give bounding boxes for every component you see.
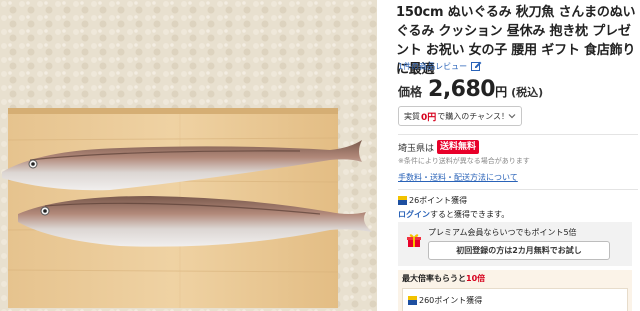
free-trial-button[interactable]: 初回登録の方は2カ月無料でお試し: [428, 241, 610, 260]
price-value: 2,680: [428, 77, 496, 102]
max-rate-header: 最大倍率もらうと10倍: [402, 273, 485, 284]
chance-zero: 0円: [421, 112, 437, 123]
max-rate-box: 最大倍率もらうと10倍 260ポイント獲得: [398, 270, 632, 311]
divider: [398, 189, 638, 190]
max-rate-highlight: 10倍: [466, 274, 486, 283]
shipping-note: ※条件により送料が異なる場合があります: [398, 157, 530, 165]
product-image[interactable]: [0, 0, 377, 311]
free-shipping-badge: 送料無料: [437, 140, 480, 154]
divider: [398, 134, 638, 135]
price-unit: 円: [495, 85, 508, 99]
review-count-text[interactable]: 1件の商品レビュー: [398, 61, 467, 72]
login-suffix: すると獲得できます。: [430, 210, 510, 219]
shipping-region: 埼玉県は: [398, 143, 435, 154]
chance-suffix: で購入のチャンス！: [437, 111, 510, 121]
login-row: ログインすると獲得できます。: [398, 209, 509, 220]
login-link[interactable]: ログイン: [398, 210, 430, 219]
premium-member-box: プレミアム会員ならいつでもポイント5倍 初回登録の方は2カ月無料でお試し: [398, 222, 632, 266]
premium-text: プレミアム会員ならいつでもポイント5倍: [428, 228, 577, 237]
shipping-row: 埼玉県は 送料無料: [398, 140, 480, 154]
chevron-down-icon: [508, 112, 516, 120]
gift-icon: [406, 232, 422, 248]
shipping-info-link[interactable]: 手数料・送料・配送方法について: [398, 172, 518, 183]
review-link[interactable]: 1件の商品レビュー: [398, 61, 482, 72]
price-label: 価格: [398, 85, 423, 99]
max-points-earned: 260ポイント獲得: [419, 295, 483, 305]
t-point-icon: [408, 295, 417, 305]
edit-icon[interactable]: [471, 61, 482, 72]
points-earned: 26ポイント獲得: [409, 196, 468, 205]
t-point-icon: [398, 196, 407, 205]
chance-prefix: 実質: [404, 111, 420, 121]
points-earned-row: 26ポイント獲得: [398, 195, 467, 206]
zero-yen-chance-button[interactable]: 実質 0円 で購入のチャンス！: [398, 106, 522, 126]
price-row: 価格 2,680 円 (税込): [398, 77, 543, 102]
max-rate-prefix: 最大倍率もらうと: [402, 274, 466, 283]
max-points-row: 260ポイント獲得: [402, 288, 628, 311]
product-details: 150cm ぬいぐるみ 秋刀魚 さんまのぬいぐるみ クッション 昼休み 抱き枕 …: [392, 0, 640, 311]
price-tax-note: (税込): [511, 86, 544, 99]
